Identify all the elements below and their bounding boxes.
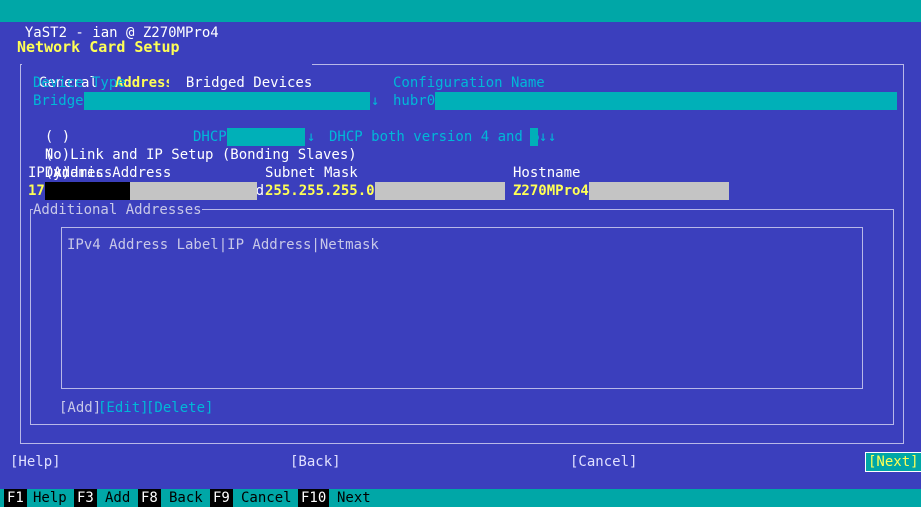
device-type-value: Bridge (33, 92, 84, 110)
f9-key[interactable]: F9 (210, 489, 233, 507)
dhcp-version-dropdown-icon[interactable]: ↓ (539, 128, 547, 146)
back-button[interactable]: [Back] (290, 453, 341, 471)
hostname-value: Z270MPro4 (513, 182, 589, 200)
f8-label: Back (169, 490, 203, 506)
hostname-label: Hostname (513, 165, 581, 181)
table-header: IPv4 Address Label|IP Address|Netmask (67, 237, 379, 253)
config-name-label: Configuration Name (393, 75, 545, 91)
ip-address-label: IP Address (28, 165, 113, 181)
cancel-button-label: [Cancel] (570, 454, 638, 470)
next-button-label: [Next] (868, 454, 919, 470)
dhcp-mode-value: DHCP (193, 128, 227, 146)
dhcp-version-value[interactable]: DHCP both version 4 and 6 (329, 128, 540, 146)
help-button-label: [Help] (10, 454, 61, 470)
ip-address-value: 17 (28, 182, 45, 200)
f3-label: Add (105, 490, 131, 506)
device-type-dropdown-icon[interactable]: ↓ (371, 92, 379, 110)
back-button-label: [Back] (290, 454, 341, 470)
edit-button[interactable]: [Edit] (98, 399, 149, 417)
f8-key[interactable]: F8 (138, 489, 161, 507)
delete-button[interactable]: [Delete] (146, 399, 213, 417)
dhcp-version-dropdown-icon-2[interactable]: ↓ (548, 128, 556, 146)
subnet-mask-value: 255.255.255.0 (265, 182, 375, 200)
config-name-value: hubr0 (393, 92, 436, 110)
edit-button-label: [Edit] (98, 400, 149, 416)
subnet-mask-label: Subnet Mask (265, 165, 358, 181)
tab-bridged-devices[interactable]: Bridged Devices (169, 56, 313, 92)
f1-key[interactable]: F1 (4, 489, 27, 507)
ip-address-redacted (44, 182, 130, 200)
f10-label: Next (337, 490, 371, 506)
f3-key[interactable]: F3 (74, 489, 97, 507)
f10-key[interactable]: F10 (298, 489, 330, 507)
next-button[interactable]: [Next] (865, 452, 921, 472)
dhcp-mode-dropdown-icon[interactable]: ↓ (307, 128, 315, 146)
device-type-label: Device Type (33, 75, 126, 91)
f9-label: Cancel (241, 490, 292, 506)
add-button-label: [Add] (59, 400, 102, 416)
help-button[interactable]: [Help] (10, 453, 61, 471)
config-name-input[interactable] (393, 92, 897, 110)
f1-label: Help (33, 490, 67, 506)
page-title: Network Card Setup (17, 38, 180, 56)
dhcp-version-select[interactable] (530, 128, 538, 146)
delete-button-label: [Delete] (146, 400, 214, 416)
additional-addresses-label: Additional Addresses (33, 201, 202, 219)
cancel-button[interactable]: [Cancel] (570, 453, 637, 471)
add-button[interactable]: [Add] (59, 399, 101, 417)
tab-bridged-devices-label: Bridged Devices (185, 75, 313, 91)
window-title-bar: YaST2 - ian @ Z270MPro4 (0, 0, 921, 41)
